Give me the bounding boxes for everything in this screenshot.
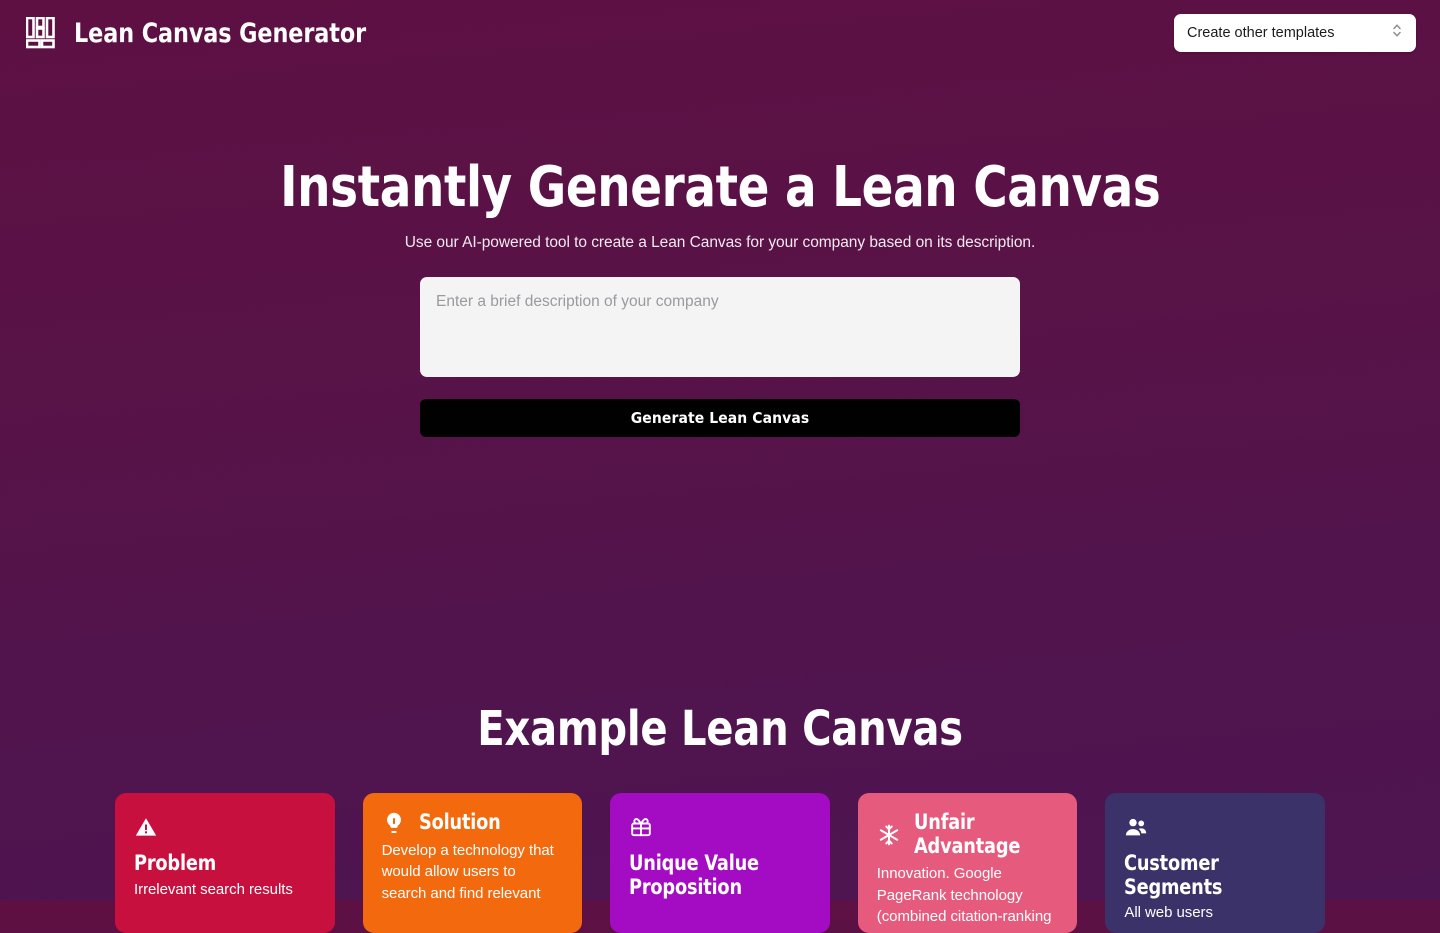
people-icon [1124, 815, 1306, 852]
card-title: Customer Segments [1124, 851, 1223, 899]
card-title: Solution [418, 810, 501, 835]
card-body: Irrelevant search results [134, 880, 293, 898]
lightbulb-icon [382, 811, 406, 835]
card-body: Develop a technology that would allow us… [381, 842, 554, 902]
card-title: Problem [134, 851, 217, 875]
card-header: Solution [382, 810, 564, 835]
card-title: Unique Value Proposition [629, 851, 760, 899]
card-title: Unfair Advantage [913, 810, 1020, 858]
example-canvas-cards: Problem Irrelevant search results Soluti… [115, 793, 1325, 933]
card-header: Unfair Advantage [877, 810, 1059, 858]
generate-lean-canvas-button[interactable]: Generate Lean Canvas [420, 399, 1020, 438]
canvas-card-unique-value-proposition[interactable]: Unique Value Proposition [610, 793, 830, 933]
canvas-card-customer-segments[interactable]: Customer Segments All web users [1105, 793, 1325, 933]
card-header: Unique Value Proposition [629, 815, 811, 902]
card-header: Problem [134, 815, 316, 879]
canvas-card-solution[interactable]: Solution Develop a technology that would… [362, 793, 583, 933]
card-body: Innovation. Google PageRank technology (… [876, 865, 1052, 926]
canvas-card-problem[interactable]: Problem Irrelevant search results [115, 793, 335, 933]
warning-triangle-icon [134, 815, 316, 852]
hero-subtitle: Use our AI-powered tool to create a Lean… [404, 233, 1036, 251]
card-header: Customer Segments [1124, 815, 1306, 902]
gift-icon [629, 815, 811, 852]
example-section-heading: Example Lean Canvas [477, 701, 963, 757]
hero-section: Instantly Generate a Lean Canvas Use our… [0, 0, 1440, 560]
card-body: All web users [1124, 904, 1213, 922]
hero-title: Instantly Generate a Lean Canvas [279, 154, 1161, 220]
sparkle-icon [877, 823, 901, 847]
canvas-card-unfair-advantage[interactable]: Unfair Advantage Innovation. Google Page… [857, 793, 1078, 933]
company-description-input[interactable] [420, 277, 1020, 378]
generate-form: Generate Lean Canvas [420, 277, 1020, 438]
